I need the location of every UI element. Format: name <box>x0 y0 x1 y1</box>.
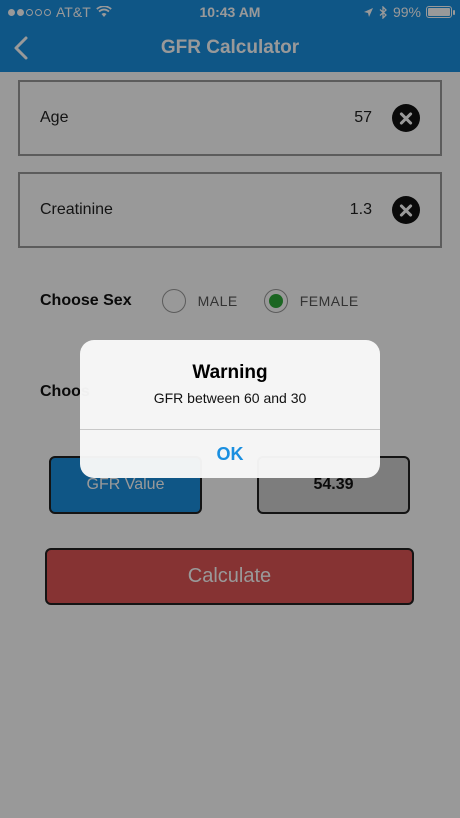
alert-ok-button[interactable]: OK <box>80 430 380 478</box>
alert-title: Warning <box>192 362 268 383</box>
alert-message: GFR between 60 and 30 <box>153 390 307 406</box>
warning-alert: Warning GFR between 60 and 30 OK <box>80 340 380 478</box>
